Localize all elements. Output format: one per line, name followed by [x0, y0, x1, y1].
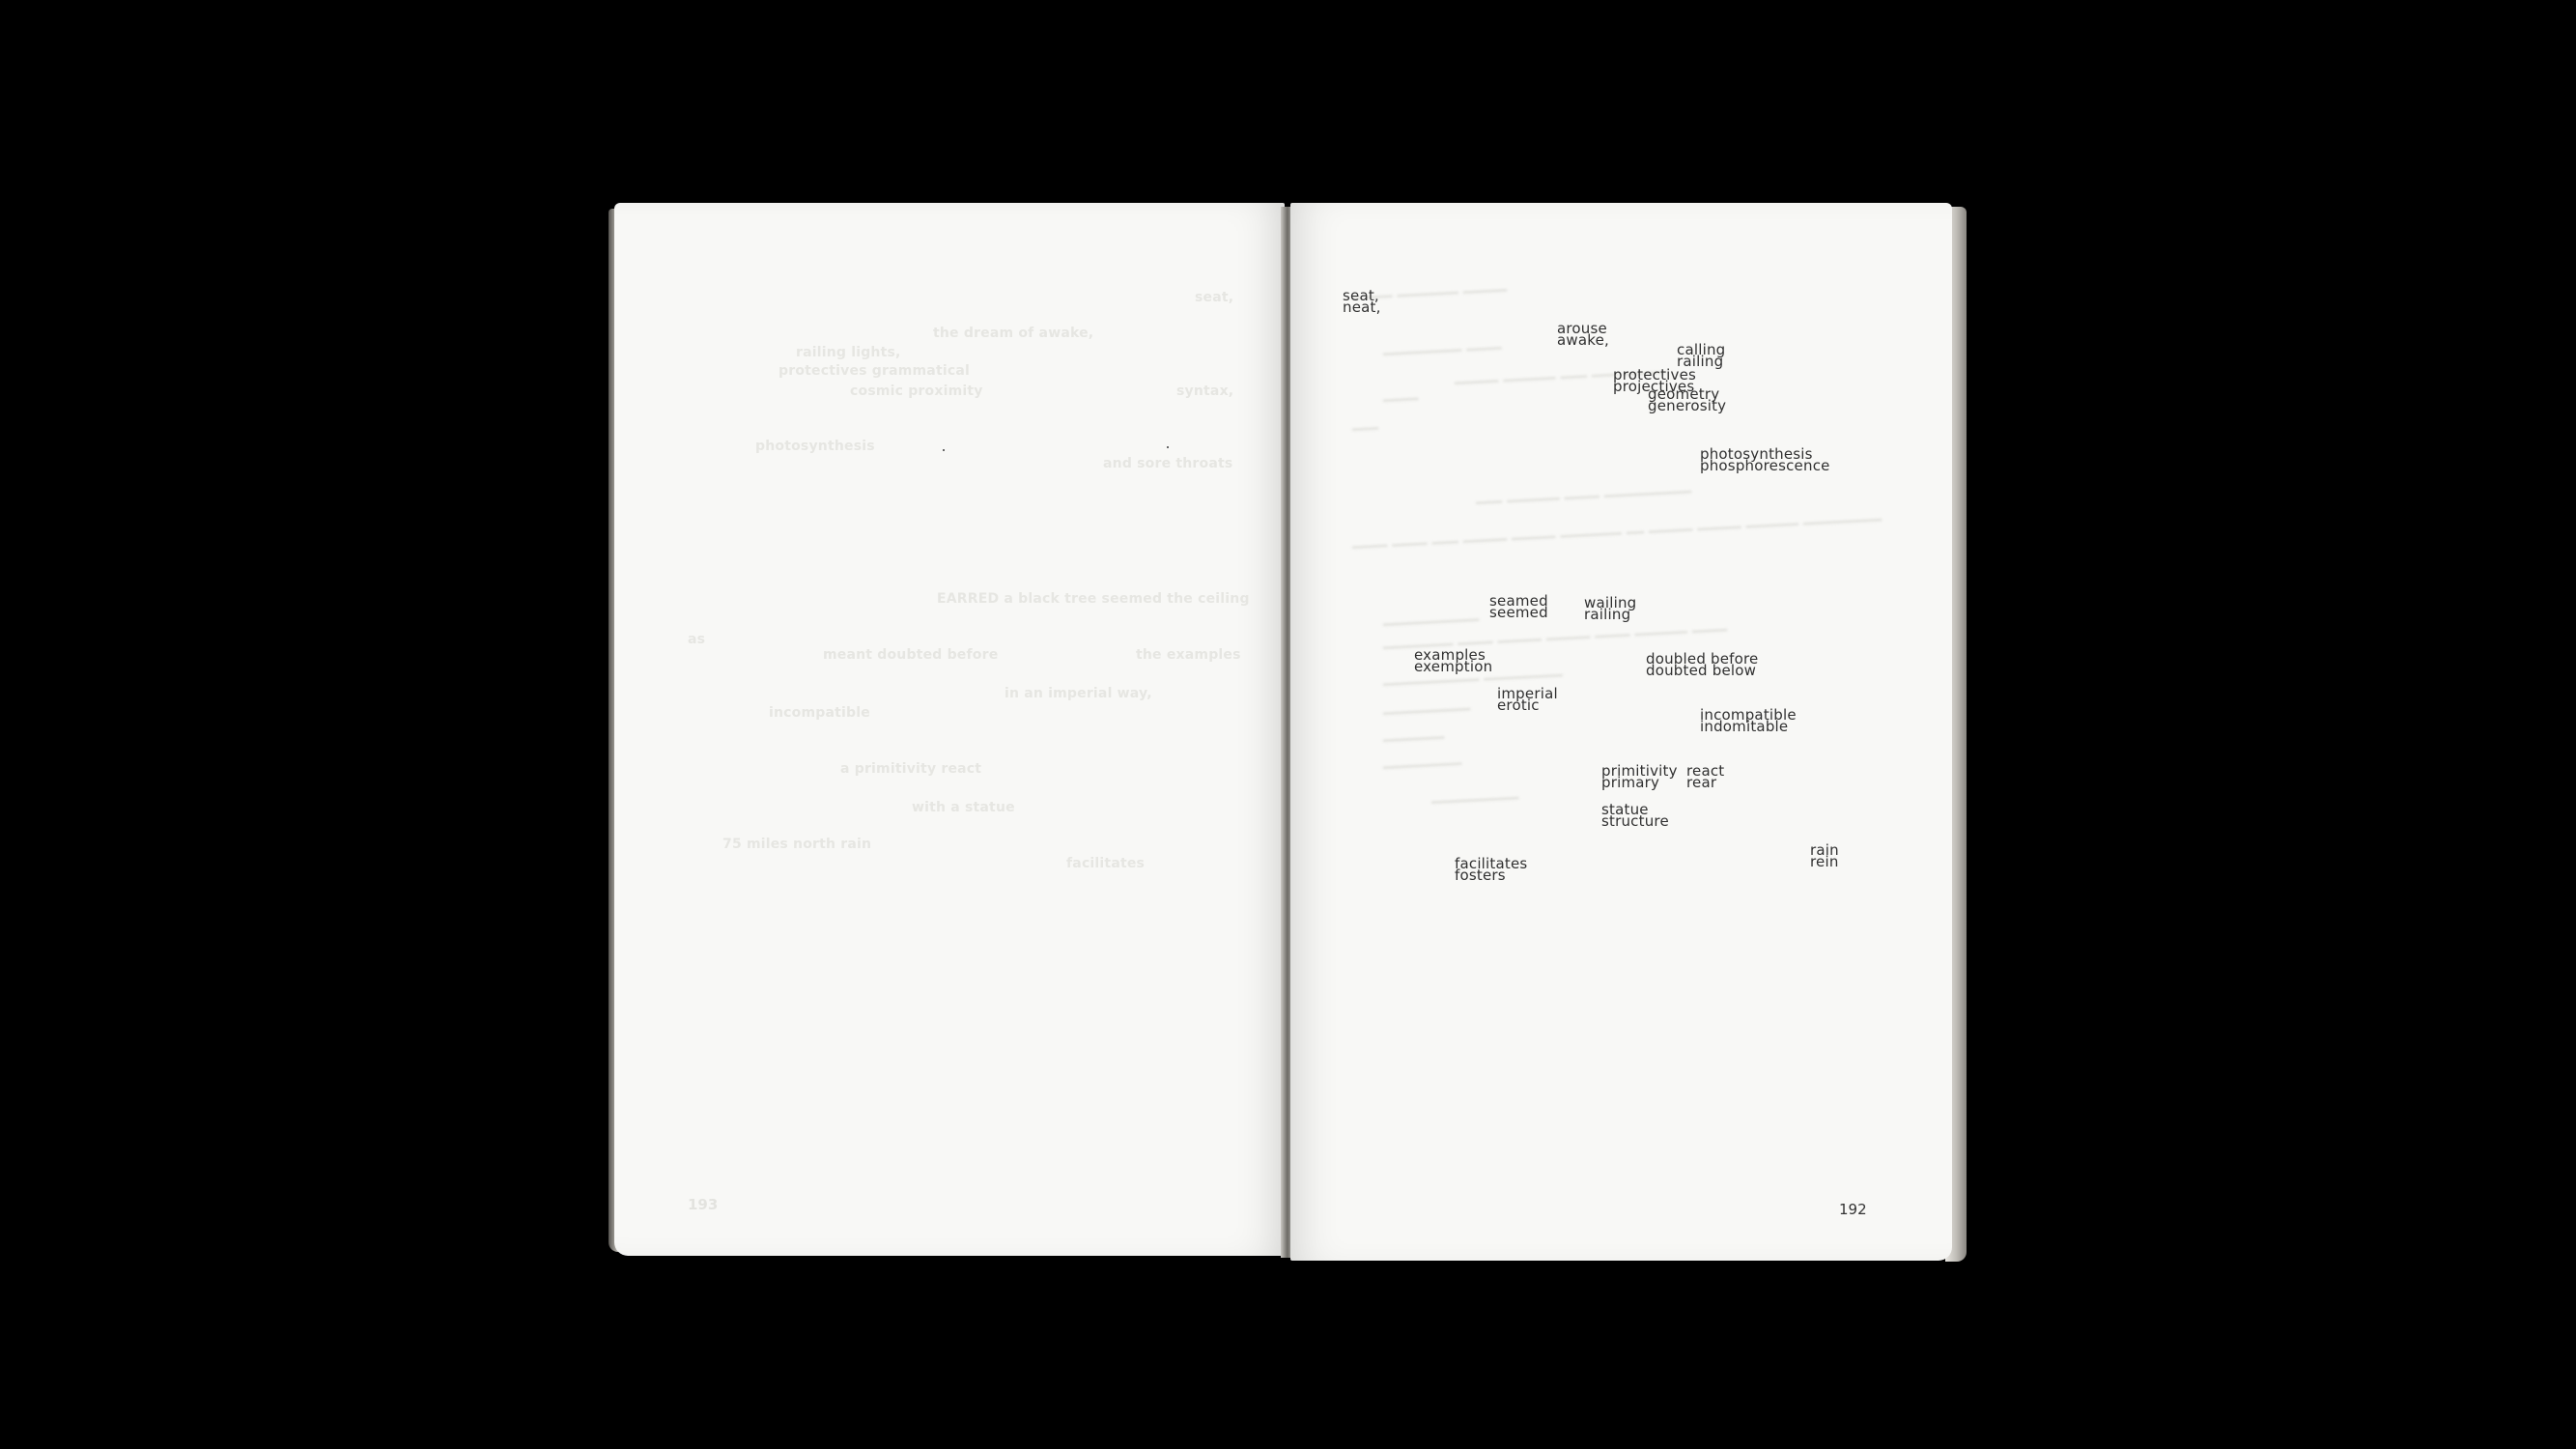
word-pair: primitivity primary — [1601, 762, 1678, 791]
paper-speck — [943, 449, 945, 451]
ink-smear: ━━━ ━━━━━━ ━━━━ ━━━━━━━━━━ — [1475, 483, 1692, 512]
word-pair: photosynthesis phosphorescence — [1700, 445, 1830, 474]
ghost-line: cosmic proximity — [850, 384, 983, 399]
right-page-number: 192 — [1839, 1201, 1867, 1218]
ghost-line: seat, — [1195, 290, 1234, 305]
open-book: seat, the dream of awake, railing lights… — [0, 0, 2576, 1449]
ghost-line: with a statue — [912, 800, 1015, 815]
word-pair: incompatible indomitable — [1700, 706, 1797, 735]
ink-smear: ━━━━━━━ — [1382, 728, 1445, 750]
ghost-line: meant doubted before — [823, 647, 999, 663]
ghost-line: as — [688, 632, 706, 647]
ghost-line: incompatible — [769, 705, 870, 721]
ghost-line: in an imperial way, — [1005, 686, 1152, 701]
word-pair: calling railing — [1677, 341, 1726, 370]
left-page-number: 193 — [688, 1196, 719, 1213]
ghost-line: facilitates — [1066, 856, 1146, 871]
word-pair: doubled before doubted below — [1646, 650, 1759, 679]
ghost-line: protectives grammatical — [778, 363, 970, 379]
word-pair: arouse awake, — [1557, 320, 1610, 349]
ghost-line: photosynthesis — [755, 439, 875, 454]
word-pair: wailing railing — [1584, 594, 1637, 623]
ghost-line: a primitivity react — [840, 761, 982, 777]
ghost-line: the dream of awake, — [933, 326, 1094, 341]
ghost-line: EARRED a black tree seemed the ceiling — [937, 591, 1250, 607]
ink-smear: ━ ━━━ ━━━━━━━ ━━━━━ — [1351, 281, 1508, 307]
word-pair: geometry generosity — [1648, 385, 1727, 414]
word-pair: statue structure — [1601, 801, 1669, 830]
ghost-line: 75 miles north rain — [722, 837, 872, 852]
ink-smear: ━━━ — [1351, 419, 1379, 439]
word-pair: imperial erotic — [1497, 685, 1558, 714]
ink-smear: ━━━━━━━━━ ━━━━ — [1382, 339, 1502, 363]
paper-speck — [1167, 446, 1169, 448]
ghost-line: the examples — [1136, 647, 1241, 663]
ink-smear: ━━━━━━━━━ — [1382, 754, 1462, 777]
word-pair: seamed seemed — [1489, 592, 1548, 621]
ink-smear: ━━━━━━━━━━ — [1430, 789, 1519, 811]
ink-smear: ━━━━ — [1382, 390, 1419, 410]
word-pair: rain rein — [1810, 841, 1839, 870]
ghost-line: syntax, — [1176, 384, 1234, 399]
left-page: seat, the dream of awake, railing lights… — [614, 203, 1285, 1256]
word-pair: react rear — [1686, 762, 1725, 791]
right-page: ━ ━━━ ━━━━━━━ ━━━━━ ━━━━━━━━━ ━━━━ ━━━━━… — [1290, 203, 1952, 1261]
ghost-line: and sore throats — [1103, 456, 1233, 471]
word-pair: examples exemption — [1414, 646, 1493, 675]
ink-smear: ━━━━ ━━━━ ━━━ ━━━━━ ━━━━━ ━━━━━━━ ━━ ━━━… — [1351, 511, 1882, 556]
ghost-line: railing lights, — [796, 345, 901, 360]
word-pair: seat, neat, — [1343, 287, 1381, 316]
word-pair: facilitates fosters — [1455, 855, 1528, 884]
